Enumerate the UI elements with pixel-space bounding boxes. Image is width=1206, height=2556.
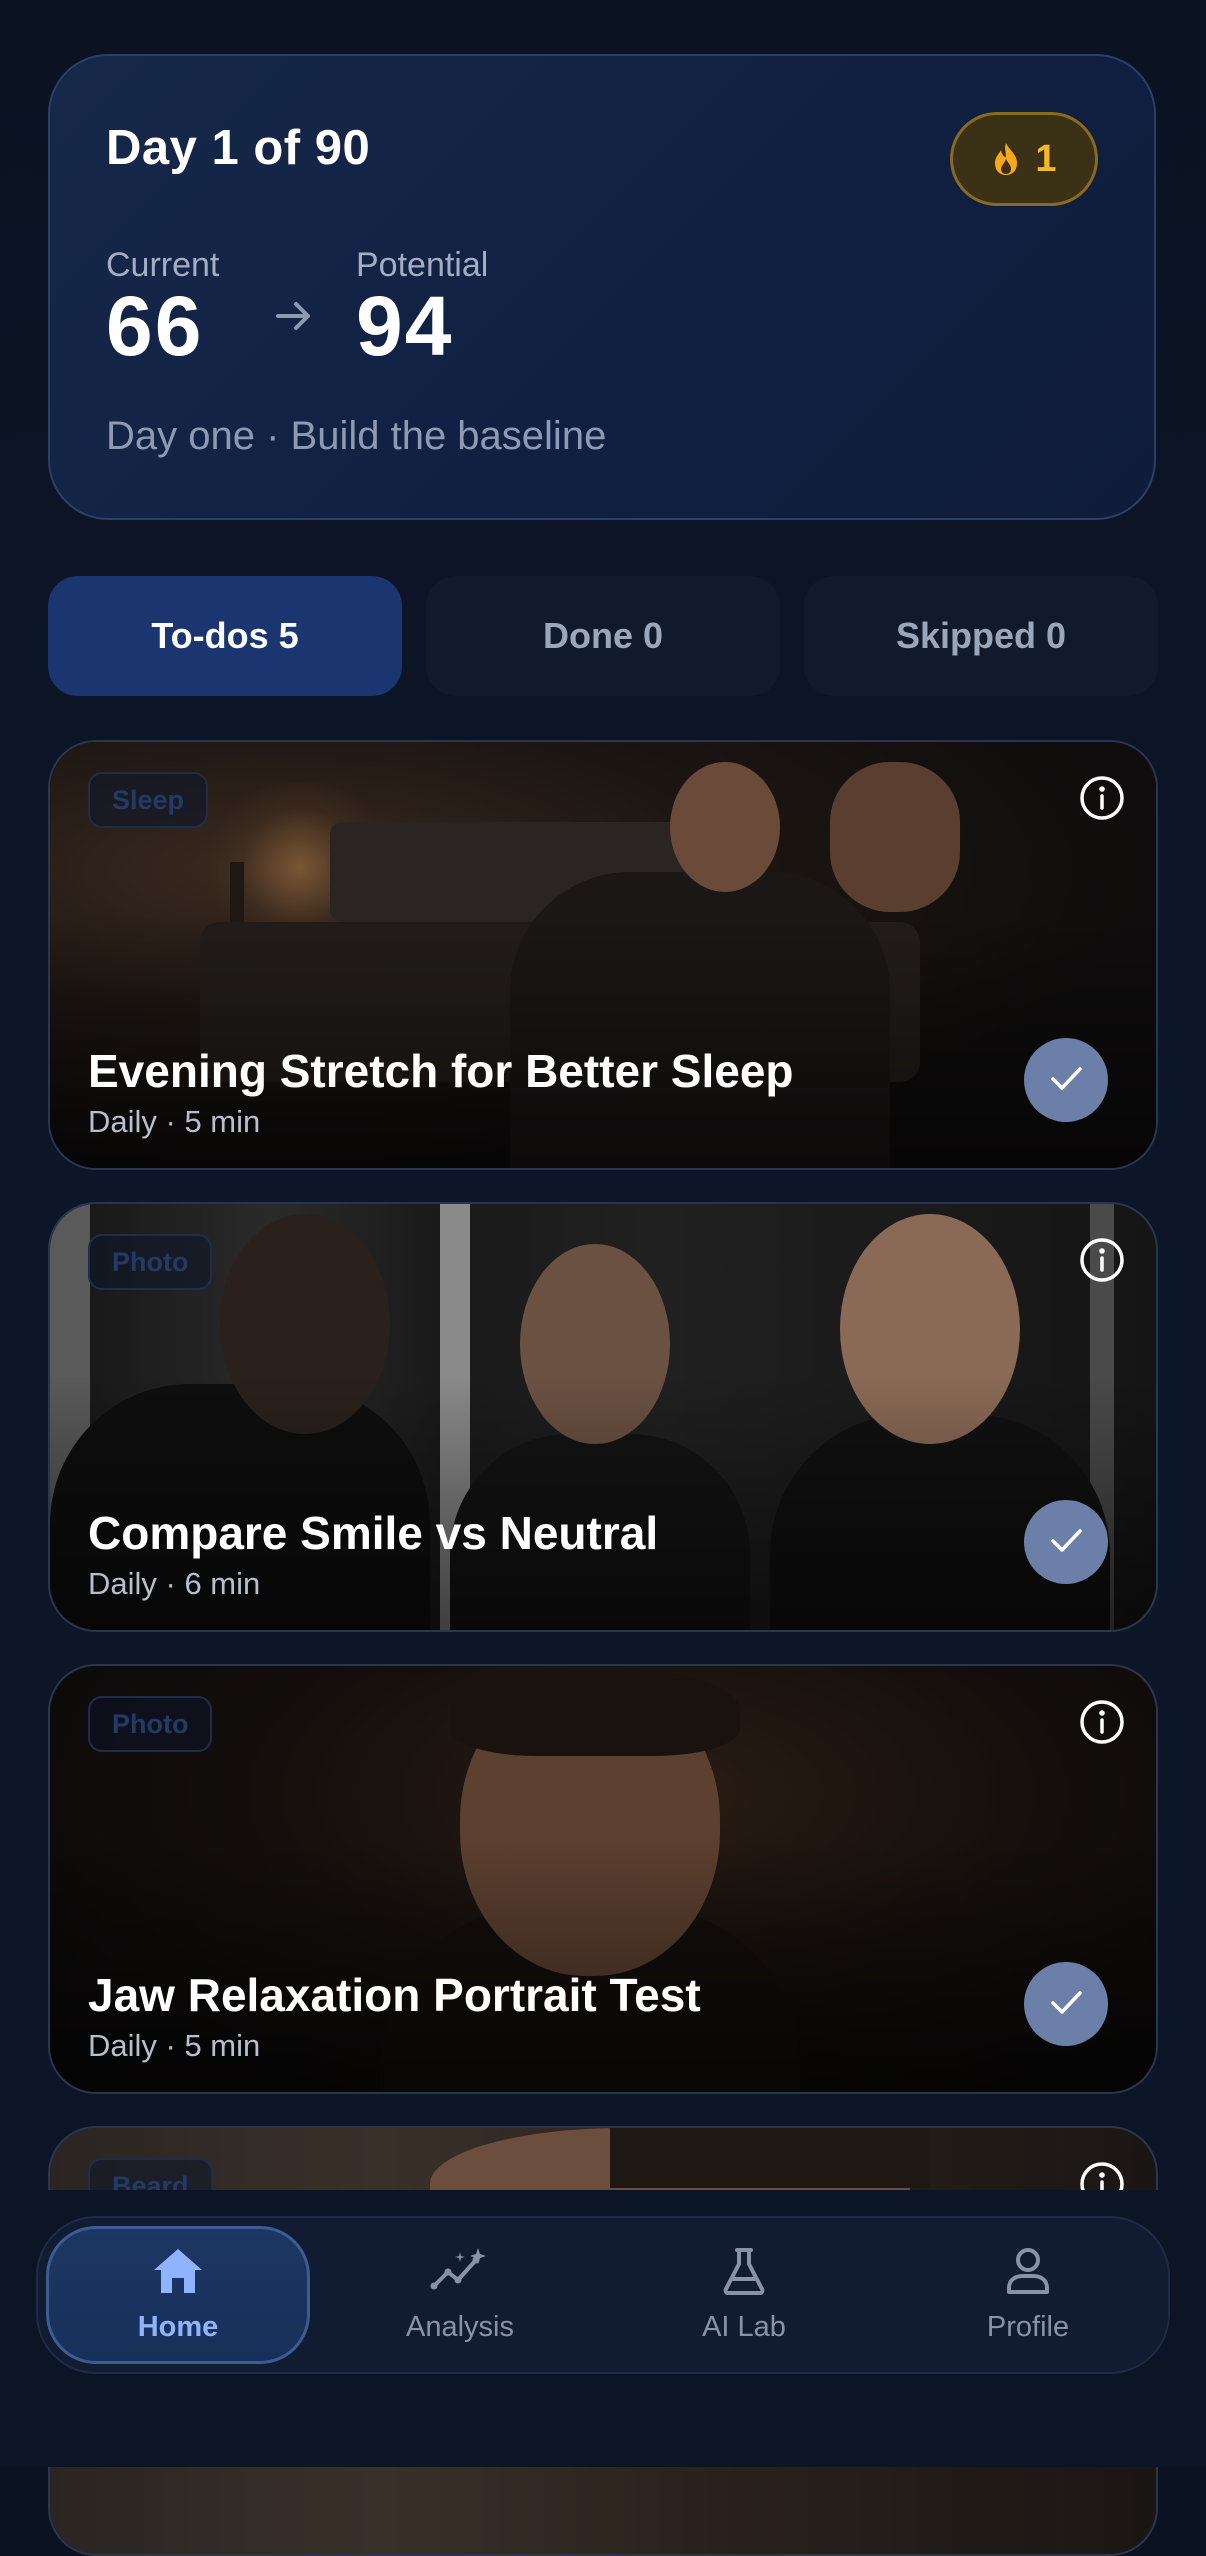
nav-label: AI Lab: [702, 2311, 786, 2343]
analysis-icon: [430, 2246, 490, 2301]
check-icon: [1046, 1982, 1086, 2027]
phase-subtitle: Day one · Build the baseline: [106, 414, 607, 458]
streak-count: 1: [1035, 137, 1057, 180]
category-tag: Sleep: [88, 772, 209, 828]
info-icon[interactable]: [1076, 1234, 1128, 1286]
complete-button[interactable]: [1024, 1500, 1108, 1584]
nav-label: Home: [137, 2311, 219, 2343]
task-title: Compare Smile vs Neutral: [88, 1507, 659, 1559]
task-card[interactable]: Photo Jaw Relaxation Portrait Test Daily…: [48, 1664, 1158, 2094]
info-icon[interactable]: [1076, 1696, 1128, 1748]
info-icon[interactable]: [1076, 772, 1128, 824]
category-tag: Photo: [88, 1234, 213, 1290]
task-title: Evening Stretch for Better Sleep: [88, 1045, 794, 1097]
home-icon: [151, 2246, 205, 2301]
nav-ai-lab[interactable]: AI Lab: [612, 2226, 876, 2364]
nav-home[interactable]: Home: [46, 2226, 310, 2364]
flame-icon: [991, 141, 1021, 177]
task-meta: Daily · 5 min: [88, 1104, 261, 1139]
tab-done[interactable]: Done 0: [426, 576, 780, 696]
current-score: 66: [106, 279, 204, 373]
bottom-nav: Home Analysis AI Lab Profile: [36, 2216, 1170, 2374]
arrow-right-icon: [272, 294, 316, 343]
check-icon: [1046, 1058, 1086, 1103]
task-title: Jaw Relaxation Portrait Test: [88, 1969, 701, 2021]
task-meta: Daily · 5 min: [88, 2028, 261, 2063]
profile-icon: [1003, 2246, 1053, 2301]
tab-skipped[interactable]: Skipped 0: [804, 576, 1158, 696]
nav-label: Profile: [986, 2311, 1070, 2343]
tab-todos[interactable]: To-dos 5: [48, 576, 402, 696]
nav-profile[interactable]: Profile: [896, 2226, 1160, 2364]
nav-analysis[interactable]: Analysis: [328, 2226, 592, 2364]
task-card[interactable]: Photo Compare Smile vs Neutral Daily · 6…: [48, 1202, 1158, 1632]
check-icon: [1046, 1520, 1086, 1565]
category-tag: Photo: [88, 1696, 213, 1752]
progress-card: Day 1 of 90 1 Current 66 Potential 94 Da…: [48, 54, 1156, 520]
streak-badge[interactable]: 1: [950, 112, 1098, 206]
task-tabs: To-dos 5 Done 0 Skipped 0: [48, 576, 1158, 696]
day-title: Day 1 of 90: [106, 121, 371, 175]
flask-icon: [719, 2246, 769, 2301]
task-meta: Daily · 6 min: [88, 1566, 261, 1601]
task-card[interactable]: Sleep Evening Stretch for Better Sleep D…: [48, 740, 1158, 1170]
complete-button[interactable]: [1024, 1038, 1108, 1122]
complete-button[interactable]: [1024, 1962, 1108, 2046]
nav-label: Analysis: [406, 2311, 514, 2343]
potential-score: 94: [356, 279, 454, 373]
